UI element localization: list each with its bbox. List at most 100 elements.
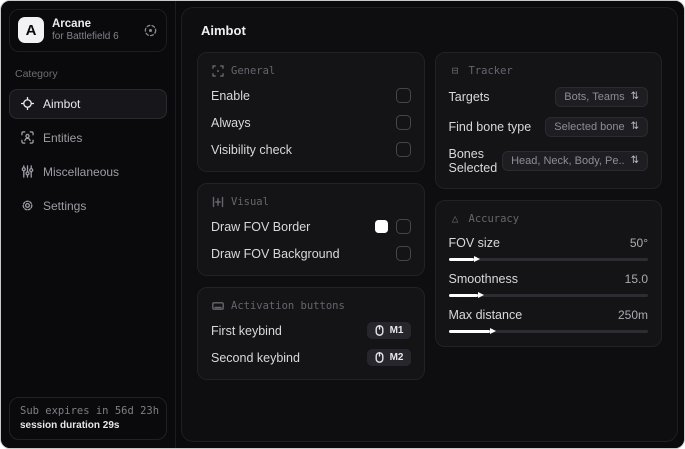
setting-row-bones-selected: Bones Selected Head, Neck, Body, Pe.. ⇅: [448, 147, 648, 175]
slider-value: 15.0: [624, 272, 648, 286]
setting-row-enable: Enable: [211, 87, 411, 104]
tracker-card: ⊟ Tracker Targets Bots, Teams ⇅ Find bon…: [434, 52, 662, 189]
setting-row-first-keybind: First keybind M1: [211, 322, 411, 339]
slider-fill: [448, 256, 481, 262]
setting-label: First keybind: [211, 323, 282, 338]
setting-label: Max distance: [448, 308, 523, 322]
activation-card: Activation buttons First keybind M1 Seco…: [197, 287, 425, 380]
page-title: Aimbot: [201, 23, 246, 38]
sub-expiry-text: Sub expires in 56d 23h: [20, 405, 160, 417]
setting-label: Enable: [211, 88, 250, 103]
sidebar-item-label: Aimbot: [43, 96, 81, 111]
main-area: Aimbot General Enable Always Visibility …: [176, 1, 684, 448]
app-name: Arcane: [52, 18, 91, 30]
sliders-icon: [20, 165, 34, 179]
setting-label: Bones Selected: [448, 147, 498, 175]
first-keybind-button[interactable]: M1: [366, 322, 411, 339]
sync-icon[interactable]: [143, 23, 158, 38]
sidebar-item-miscellaneous[interactable]: Miscellaneous: [9, 157, 167, 187]
slider-fill: [448, 328, 497, 334]
gear-icon: [20, 199, 34, 213]
app-logo: A: [18, 17, 44, 44]
find-bone-type-dropdown[interactable]: Selected bone ⇅: [545, 117, 648, 137]
session-duration-text: session duration 29s: [20, 420, 120, 431]
setting-row-fov-size: FOV size 50°: [448, 236, 648, 262]
setting-label: Smoothness: [448, 272, 518, 286]
app-window: A Arcane for Battlefield 6 Category Aimb…: [0, 0, 685, 449]
adjust-icon: [211, 195, 224, 208]
general-card-header: General: [211, 64, 411, 77]
slider-value: 250m: [617, 308, 648, 322]
slider-value: 50°: [629, 236, 648, 250]
keybind-value: M1: [389, 325, 404, 336]
card-title: Visual: [231, 195, 269, 208]
tracker-card-header: ⊟ Tracker: [449, 64, 649, 77]
setting-row-targets: Targets Bots, Teams ⇅: [448, 87, 648, 107]
entities-icon: [20, 131, 34, 145]
app-titles: Arcane for Battlefield 6: [52, 17, 135, 44]
keybind-value: M2: [389, 352, 404, 363]
accuracy-card-header: △ Accuracy: [449, 212, 649, 225]
second-keybind-button[interactable]: M2: [366, 349, 411, 366]
dropdown-value: Bots, Teams: [564, 91, 625, 103]
activation-card-header: Activation buttons: [211, 299, 411, 312]
slider-fill: [448, 292, 485, 298]
targets-dropdown[interactable]: Bots, Teams ⇅: [555, 87, 648, 107]
app-header: A Arcane for Battlefield 6: [9, 9, 167, 52]
unfold-icon: ⇅: [630, 121, 639, 132]
enable-checkbox[interactable]: [395, 88, 411, 103]
setting-row-always: Always: [211, 114, 411, 131]
draw-fov-background-checkbox[interactable]: [395, 246, 411, 261]
unfold-icon: ⇅: [630, 155, 639, 166]
keyboard-icon: [211, 299, 224, 312]
sidebar-item-aimbot[interactable]: Aimbot: [9, 88, 167, 119]
sidebar-item-settings[interactable]: Settings: [9, 191, 167, 221]
focus-icon: [211, 64, 224, 77]
sidebar: A Arcane for Battlefield 6 Category Aimb…: [1, 1, 176, 448]
card-title: Activation buttons: [231, 299, 345, 312]
crosshair-icon: [20, 97, 34, 111]
card-title: Accuracy: [468, 212, 520, 225]
boxed-minus-icon: ⊟: [451, 64, 459, 77]
setting-label: FOV size: [448, 236, 500, 250]
triangle-icon: △: [451, 212, 459, 225]
app-subtitle: for Battlefield 6: [52, 31, 119, 43]
setting-label: Second keybind: [211, 350, 300, 365]
accuracy-card: △ Accuracy FOV size 50° Smoothness 15.0 …: [434, 200, 662, 347]
setting-label: Always: [211, 115, 251, 130]
visual-card-header: Visual: [211, 195, 411, 208]
sidebar-item-label: Miscellaneous: [43, 164, 120, 179]
draw-fov-border-checkbox[interactable]: [395, 219, 411, 234]
visibility-check-checkbox[interactable]: [395, 142, 411, 157]
setting-row-second-keybind: Second keybind M2: [211, 349, 411, 366]
mouse-icon: [375, 325, 384, 336]
always-checkbox[interactable]: [395, 115, 411, 130]
setting-row-max-distance: Max distance 250m: [448, 308, 648, 334]
setting-row-find-bone-type: Find bone type Selected bone ⇅: [448, 117, 648, 137]
smoothness-slider[interactable]: [448, 292, 648, 298]
fov-size-slider[interactable]: [448, 256, 648, 262]
sidebar-item-label: Settings: [43, 198, 87, 213]
setting-label: Draw FOV Background: [211, 246, 340, 261]
category-label: Category: [15, 67, 58, 80]
subscription-info: Sub expires in 56d 23h session duration …: [9, 397, 167, 440]
dropdown-value: Selected bone: [554, 121, 625, 133]
setting-label: Draw FOV Border: [211, 219, 311, 234]
setting-row-smoothness: Smoothness 15.0: [448, 272, 648, 298]
main-panel: Aimbot General Enable Always Visibility …: [181, 7, 678, 442]
bones-selected-dropdown[interactable]: Head, Neck, Body, Pe.. ⇅: [502, 151, 648, 171]
card-title: General: [231, 64, 276, 77]
setting-row-draw-fov-border: Draw FOV Border: [211, 218, 411, 235]
setting-label: Find bone type: [448, 120, 532, 134]
setting-label: Targets: [448, 90, 490, 104]
color-swatch[interactable]: [374, 220, 388, 233]
unfold-icon: ⇅: [630, 91, 639, 102]
dropdown-value: Head, Neck, Body, Pe..: [511, 155, 625, 167]
setting-label: Visibility check: [211, 142, 293, 157]
general-card: General Enable Always Visibility check: [197, 52, 425, 172]
card-title: Tracker: [468, 64, 513, 77]
setting-row-visibility-check: Visibility check: [211, 141, 411, 158]
max-distance-slider[interactable]: [448, 328, 648, 334]
setting-row-draw-fov-background: Draw FOV Background: [211, 245, 411, 262]
sidebar-item-entities[interactable]: Entities: [9, 123, 167, 153]
